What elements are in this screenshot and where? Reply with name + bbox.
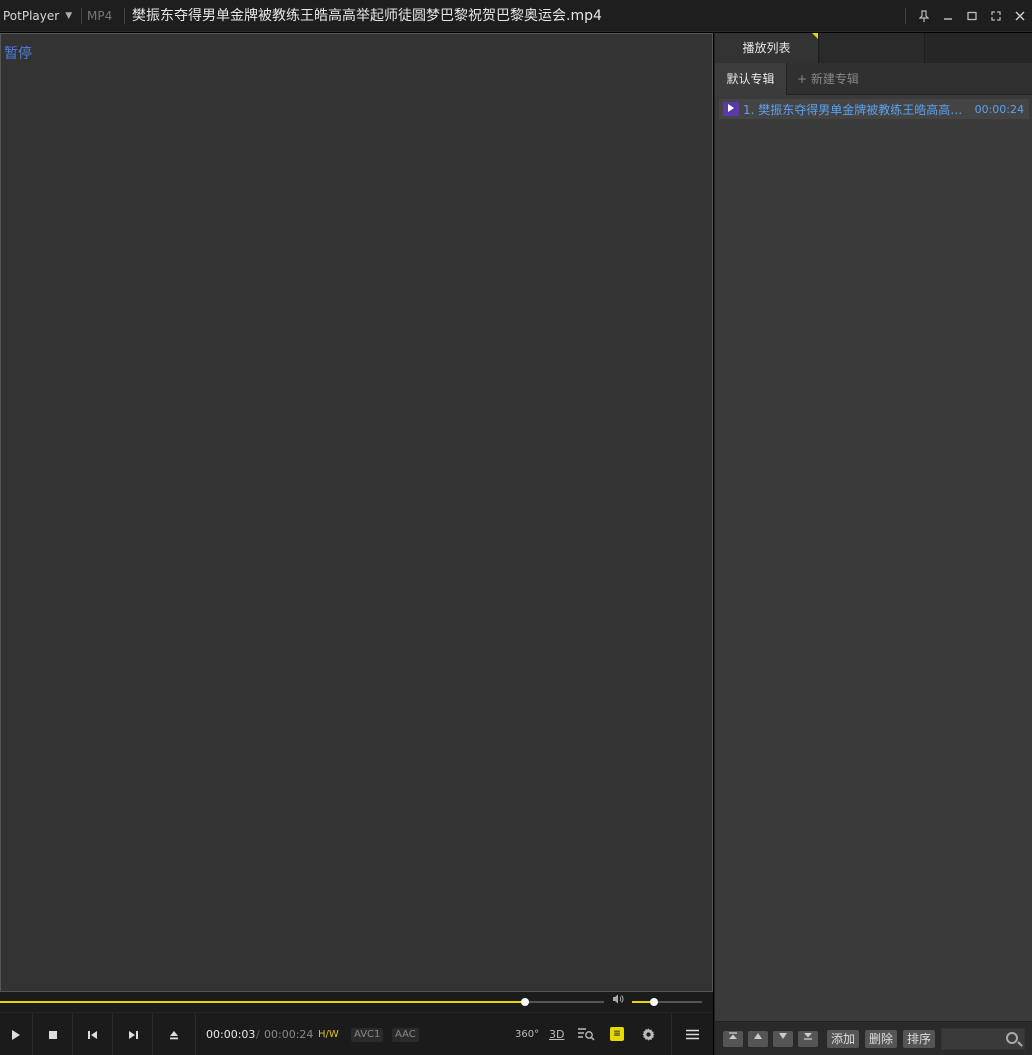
divider bbox=[81, 8, 82, 24]
move-down-button[interactable] bbox=[773, 1031, 793, 1047]
play-icon bbox=[12, 1029, 20, 1040]
playlist-item-duration: 00:00:24 bbox=[974, 102, 1024, 116]
video-codec-tag[interactable]: AVC1 bbox=[351, 1028, 384, 1042]
stop-button[interactable] bbox=[33, 1013, 73, 1055]
search-icon[interactable] bbox=[1006, 1032, 1018, 1044]
seek-bar[interactable] bbox=[0, 998, 604, 1006]
move-bottom-button[interactable] bbox=[798, 1031, 818, 1047]
pin-icon[interactable] bbox=[912, 0, 936, 32]
control-bar: 00:00:03 / 00:00:24 H/W AVC1 AAC 360° 3D… bbox=[0, 1012, 713, 1055]
minimize-icon[interactable] bbox=[936, 0, 960, 32]
title-bar: PotPlayer ▼ MP4 樊振东夺得男单金牌被教练王皓高高举起师徒圆梦巴黎… bbox=[0, 0, 1032, 32]
hamburger-icon bbox=[686, 1029, 699, 1040]
move-bottom-icon bbox=[804, 1033, 812, 1040]
3d-button[interactable]: 3D bbox=[549, 1026, 564, 1042]
total-time: 00:00:24 bbox=[264, 1028, 314, 1041]
current-time: 00:00:03 bbox=[206, 1028, 256, 1041]
audio-codec-tag[interactable]: AAC bbox=[392, 1028, 419, 1042]
close-icon[interactable] bbox=[1008, 0, 1032, 32]
time-separator: / bbox=[256, 1028, 260, 1041]
tab-empty[interactable] bbox=[820, 33, 925, 63]
playlist-panel: 播放列表 默认专辑 + 新建专辑 1. 樊振东夺得男单金牌被教练王皓高高举起师徒… bbox=[714, 33, 1032, 1055]
album-tabs: 默认专辑 + 新建专辑 bbox=[715, 63, 1032, 95]
panel-tabs: 播放列表 bbox=[715, 33, 1032, 63]
tab-playlist[interactable]: 播放列表 bbox=[715, 33, 819, 63]
window-title: 樊振东夺得男单金牌被教练王皓高高举起师徒圆梦巴黎祝贺巴黎奥运会.mp4 bbox=[132, 8, 602, 24]
eject-icon bbox=[170, 1030, 178, 1039]
move-down-icon bbox=[779, 1033, 787, 1039]
skip-forward-icon bbox=[128, 1030, 138, 1039]
fullscreen-icon[interactable] bbox=[984, 0, 1008, 32]
video-area[interactable]: 暂停 bbox=[0, 33, 713, 992]
volume-icon[interactable] bbox=[612, 994, 624, 1007]
seek-progress bbox=[0, 1001, 525, 1003]
seek-handle[interactable] bbox=[520, 998, 529, 1006]
app-menu-button[interactable]: PotPlayer ▼ bbox=[0, 0, 80, 32]
tab-playlist-label: 播放列表 bbox=[742, 41, 791, 55]
list-search-icon bbox=[578, 1028, 595, 1041]
active-marker bbox=[812, 33, 818, 39]
delete-button[interactable]: 删除 bbox=[865, 1030, 898, 1048]
volume-handle[interactable] bbox=[649, 998, 658, 1006]
vr-360-button[interactable]: 360° bbox=[515, 1026, 539, 1042]
gear-icon bbox=[642, 1027, 655, 1041]
sort-button[interactable]: 排序 bbox=[903, 1030, 936, 1048]
next-button[interactable] bbox=[113, 1013, 153, 1055]
window-controls bbox=[905, 0, 1032, 32]
app-name: PotPlayer bbox=[3, 9, 60, 23]
move-top-icon bbox=[729, 1032, 737, 1039]
stop-icon bbox=[48, 1030, 57, 1039]
new-album-button[interactable]: + 新建专辑 bbox=[797, 63, 859, 95]
maximize-icon[interactable] bbox=[960, 0, 984, 32]
skip-back-icon bbox=[87, 1030, 97, 1039]
open-file-button[interactable] bbox=[153, 1013, 196, 1055]
menu-button[interactable] bbox=[671, 1013, 713, 1055]
mp4-file-icon bbox=[723, 102, 739, 116]
playlist-search-input[interactable] bbox=[941, 1028, 1025, 1050]
settings-button[interactable] bbox=[641, 1026, 656, 1042]
status-text: 暂停 bbox=[4, 46, 32, 62]
volume-slider[interactable] bbox=[632, 998, 702, 1006]
seek-area bbox=[0, 992, 713, 1012]
move-up-button[interactable] bbox=[748, 1031, 768, 1047]
playlist-toolbar: 添加 删除 排序 bbox=[715, 1021, 1032, 1055]
previous-button[interactable] bbox=[73, 1013, 113, 1055]
format-label: MP4 bbox=[87, 9, 113, 23]
play-button[interactable] bbox=[0, 1013, 33, 1055]
chevron-down-icon: ▼ bbox=[65, 11, 73, 21]
move-up-icon bbox=[754, 1033, 762, 1039]
divider bbox=[124, 8, 125, 24]
subtitle-icon: ≡ bbox=[610, 1027, 624, 1041]
move-top-button[interactable] bbox=[723, 1031, 743, 1047]
playlist-item-title: 1. 樊振东夺得男单金牌被教练王皓高高举起师徒圆梦巴黎祝贺巴黎奥运会.mp4 bbox=[743, 102, 969, 117]
add-button[interactable]: 添加 bbox=[827, 1030, 860, 1048]
subtitle-button[interactable]: ≡ bbox=[610, 1026, 624, 1042]
album-tab-default[interactable]: 默认专辑 bbox=[715, 63, 787, 95]
hw-decode-tag[interactable]: H/W bbox=[315, 1028, 342, 1042]
video-frame bbox=[0, 33, 713, 992]
playlist-item[interactable]: 1. 樊振东夺得男单金牌被教练王皓高高举起师徒圆梦巴黎祝贺巴黎奥运会.mp4 0… bbox=[719, 99, 1029, 119]
divider bbox=[905, 8, 906, 24]
playlist-search-button[interactable] bbox=[577, 1026, 595, 1042]
